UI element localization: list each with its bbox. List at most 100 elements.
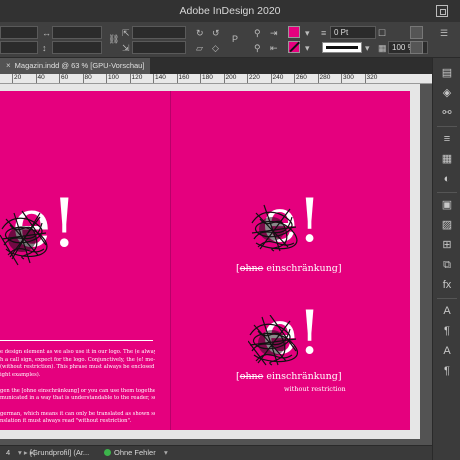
distribute-icon[interactable]: ⇤ <box>270 43 278 53</box>
control-menu-icon[interactable]: ☰ <box>440 28 448 38</box>
window-title: Adobe InDesign 2020 <box>179 5 281 17</box>
horizontal-ruler[interactable]: 20 40 60 80 100 120 140 160 180 200 220 240 260 280 30… <box>0 74 432 84</box>
gradient-panel-icon[interactable]: ▨ <box>438 216 456 234</box>
document-tabs: × Magazin.indd @ 63 % [GPU-Vorschau] <box>0 58 432 74</box>
height-field[interactable] <box>52 41 102 54</box>
right-page[interactable]: e! [ohne einschränkung] e! [ohne einschr… <box>170 91 410 430</box>
stroke-swatch[interactable] <box>288 41 300 53</box>
ruler-label: 180 <box>202 74 213 81</box>
panel-dock: ▤ ◈ ⚯ ≡ ▦ ◐ ▣ ▨ ⊞ ⧉ fx A ¶ A ¶ <box>432 58 460 460</box>
ruler-tick <box>223 74 225 83</box>
ruler-tick <box>294 74 295 83</box>
document-canvas[interactable]: e! e design element as we also use it in… <box>0 84 432 445</box>
scale-x-field[interactable] <box>132 26 186 39</box>
strikethrough-word-bottom: ohne <box>239 371 264 382</box>
shear-icon[interactable]: ▱ <box>196 43 203 53</box>
width-field[interactable] <box>52 26 102 39</box>
tab-label: Magazin.indd @ 63 % [GPU-Vorschau] <box>14 61 145 70</box>
ruler-label: 40 <box>37 74 45 81</box>
links-panel-icon[interactable]: ⚯ <box>438 104 456 122</box>
scale-y-field[interactable] <box>132 41 186 54</box>
indesign-window: Adobe InDesign 2020 ↔ ↕ ⛓ ⇱ ⇲ ↻ ↺ ▱ ◇ P … <box>0 0 460 460</box>
ruler-label: 240 <box>272 74 284 81</box>
color-panel-icon[interactable]: ◐ <box>438 170 456 188</box>
flip-icon[interactable]: ◇ <box>212 43 219 53</box>
rotate-icon[interactable]: ↻ <box>196 28 204 38</box>
stroke-dropdown-icon[interactable]: ▾ <box>305 43 310 53</box>
y-field[interactable] <box>0 41 38 54</box>
tagline-top: [ohne einschränkung] <box>236 263 342 274</box>
ruler-tick <box>176 74 178 83</box>
align-panel-icon[interactable]: ⊞ <box>438 236 456 254</box>
body-line: h a call sign, expect for the logo. Conj… <box>0 356 155 363</box>
scribble-right-top <box>251 204 298 252</box>
panel-button-2[interactable] <box>410 41 423 54</box>
ruler-tick <box>247 74 248 83</box>
preflight-status[interactable]: Ohne Fehler <box>104 448 156 457</box>
ruler-label: 100 <box>108 74 119 81</box>
align-icon[interactable]: ⇥ <box>270 28 278 38</box>
ruler-label: 200 <box>225 74 237 81</box>
opacity-icon: ▦ <box>378 43 387 53</box>
character-panel-icon[interactable]: A <box>438 302 456 320</box>
select-next-icon[interactable]: ⚲ <box>254 43 261 53</box>
status-bar: 4 ▾ ▸ ▸| [Grundprofil] (Ar... Ohne Fehle… <box>0 445 432 460</box>
ruler-tick <box>106 74 107 83</box>
ruler-label: 60 <box>61 74 69 81</box>
rotate-ccw-icon[interactable]: ↺ <box>212 28 220 38</box>
pathfinder-panel-icon[interactable]: ⧉ <box>438 256 456 274</box>
ruler-tick <box>200 74 201 83</box>
swatches-panel-icon[interactable]: ▦ <box>438 150 456 168</box>
stroke-panel-icon[interactable]: ≡ <box>438 130 456 148</box>
left-page[interactable]: e! e design element as we also use it in… <box>0 91 170 430</box>
paragraph-panel-icon[interactable]: ¶ <box>438 322 456 340</box>
pages-panel-icon[interactable]: ▤ <box>438 64 456 82</box>
scribble-right-bottom <box>248 315 298 366</box>
panel-separator <box>437 192 457 193</box>
scribble-left <box>0 210 48 266</box>
ruler-tick <box>270 74 272 83</box>
stroke-weight-field[interactable]: 0 Pt <box>330 26 376 39</box>
page-number[interactable]: 4 <box>6 448 10 457</box>
ruler-tick <box>82 74 84 83</box>
stroke-type-preview[interactable] <box>322 42 362 53</box>
tagline-bottom: [ohne einschränkung] <box>236 371 342 382</box>
ruler-tick <box>35 74 37 83</box>
title-bar: Adobe InDesign 2020 <box>0 0 460 22</box>
effects-panel-icon[interactable]: fx <box>438 276 456 294</box>
spread-spine <box>170 91 171 430</box>
ruler-label: 120 <box>131 74 143 81</box>
panel-separator <box>437 298 457 299</box>
text-wrap-panel-icon[interactable]: ▣ <box>438 196 456 214</box>
character-styles-icon[interactable]: A <box>438 342 456 360</box>
constrain-proportions-icon[interactable]: ⛓ <box>108 34 119 44</box>
ruler-label: 260 <box>296 74 307 81</box>
stroke-type-dropdown-icon[interactable]: ▾ <box>365 43 370 53</box>
ruler-tick <box>59 74 60 83</box>
strikethrough-word-top: ohne <box>239 263 264 274</box>
select-container-icon[interactable]: P <box>232 34 238 44</box>
ruler-tick <box>153 74 154 83</box>
select-previous-icon[interactable]: ⚲ <box>254 28 261 38</box>
preflight-menu-icon[interactable]: ▾ <box>164 448 168 457</box>
body-line: nslation it must always read "without re… <box>0 418 132 425</box>
ruler-tick <box>364 74 366 83</box>
ruler-label: 160 <box>178 74 190 81</box>
ruler-label: 280 <box>319 74 331 81</box>
fill-dropdown-icon[interactable]: ▾ <box>305 28 310 38</box>
ruler-label: 320 <box>366 74 378 81</box>
scale-y-icon: ⇲ <box>122 43 130 53</box>
effects-icon[interactable]: ☐ <box>378 28 386 38</box>
workspace-icon[interactable] <box>436 5 448 17</box>
document-tab[interactable]: × Magazin.indd @ 63 % [GPU-Vorschau] <box>0 58 151 74</box>
close-tab-icon[interactable]: × <box>6 58 11 74</box>
panel-button-1[interactable] <box>410 26 423 39</box>
x-field[interactable] <box>0 26 38 39</box>
fill-swatch[interactable] <box>288 26 300 38</box>
ruler-tick <box>129 74 131 83</box>
paragraph-styles-icon[interactable]: ¶ <box>438 362 456 380</box>
panel-separator <box>437 126 457 127</box>
ruler-label: 300 <box>343 74 354 81</box>
master-page-menu[interactable]: [Grundprofil] (Ar... <box>30 448 89 457</box>
layers-panel-icon[interactable]: ◈ <box>438 84 456 102</box>
